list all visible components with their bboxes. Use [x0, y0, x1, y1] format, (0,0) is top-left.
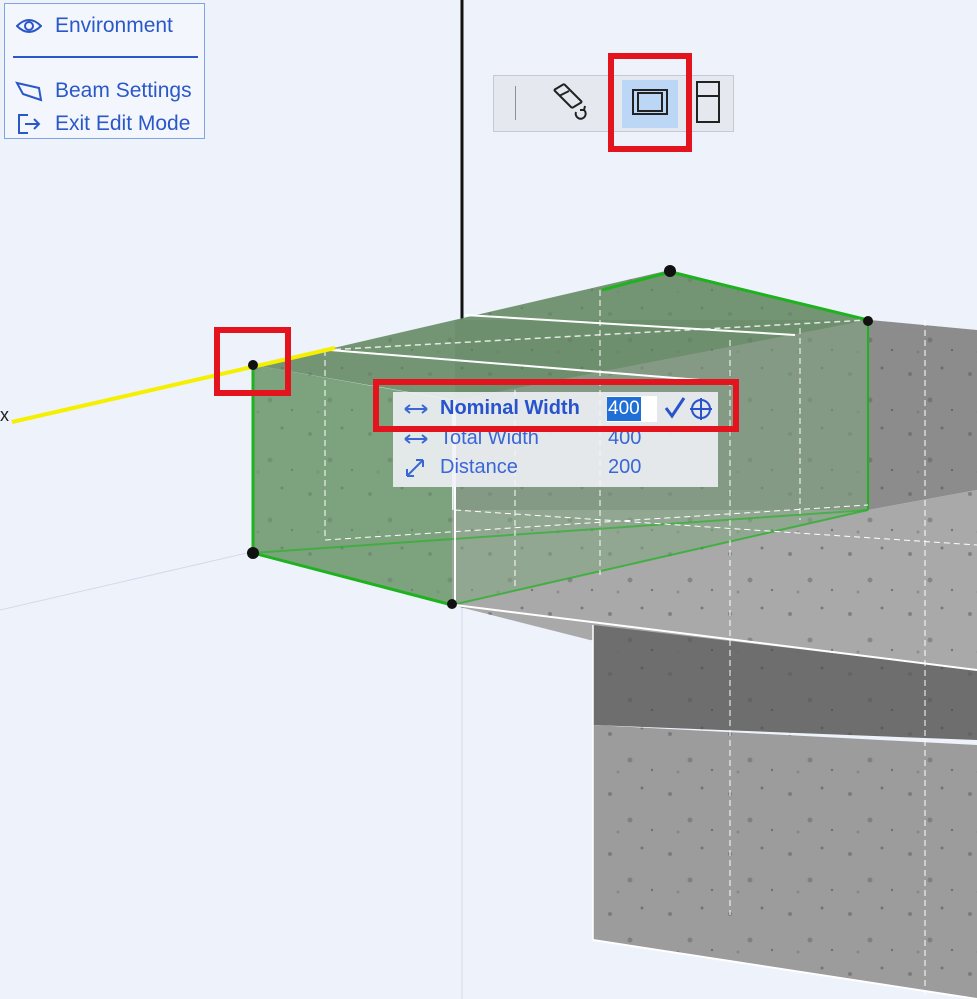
- vertex-handle: [247, 547, 259, 559]
- checkmark-icon[interactable]: [663, 395, 687, 427]
- vertex-handle: [248, 360, 258, 370]
- menu-item-environment[interactable]: Environment: [15, 12, 173, 40]
- vertex-handle: [664, 265, 676, 277]
- exit-icon: [15, 112, 43, 136]
- diagonal-arrow-icon: [403, 456, 429, 480]
- tracker-label: Nominal Width: [440, 397, 580, 419]
- nominal-width-input[interactable]: 400: [607, 396, 657, 422]
- tracker-row-distance: Distance 200: [393, 453, 718, 483]
- beam-edit-toolbar: [493, 75, 734, 132]
- flip-reference-line-icon: [546, 82, 594, 127]
- eye-icon: [15, 14, 43, 38]
- cross-section-view-button[interactable]: [622, 80, 678, 128]
- menu-item-exit-edit-mode[interactable]: Exit Edit Mode: [15, 110, 190, 138]
- vertex-handle: [863, 316, 873, 326]
- tracker-panel: Nominal Width 400 Total Width 400 Distan…: [393, 392, 718, 487]
- side-profile-view-button[interactable]: [688, 80, 728, 128]
- tracker-value: 400: [608, 427, 642, 449]
- tracker-label: Total Width: [440, 427, 539, 449]
- tracker-row-nominal-width[interactable]: Nominal Width 400: [393, 394, 718, 424]
- menu-divider: [13, 56, 198, 58]
- nominal-width-value: 400: [607, 397, 641, 421]
- side-profile-icon: [694, 80, 722, 129]
- crosshair-icon[interactable]: [689, 397, 713, 427]
- menu-item-label: Beam Settings: [55, 79, 192, 102]
- menu-item-beam-settings[interactable]: Beam Settings: [15, 77, 192, 105]
- x-axis-label: x: [0, 405, 9, 425]
- beam-icon: [15, 79, 43, 103]
- vertex-handle: [447, 599, 457, 609]
- horizontal-arrow-icon: [403, 427, 429, 451]
- cross-section-icon: [629, 85, 671, 124]
- horizontal-arrow-icon: [403, 397, 429, 421]
- toolbar-divider: [515, 86, 516, 120]
- tracker-value: 200: [608, 456, 642, 478]
- menu-item-label: Exit Edit Mode: [55, 112, 191, 135]
- tracker-label: Distance: [440, 456, 518, 478]
- tracker-row-total-width: Total Width 400: [393, 424, 718, 454]
- menu-item-label: Environment: [55, 14, 173, 37]
- 3d-viewport[interactable]: [0, 0, 977, 999]
- context-menu: Environment Beam Settings Exit Edit Mode: [4, 3, 205, 139]
- flip-reference-line-button[interactable]: [540, 80, 600, 128]
